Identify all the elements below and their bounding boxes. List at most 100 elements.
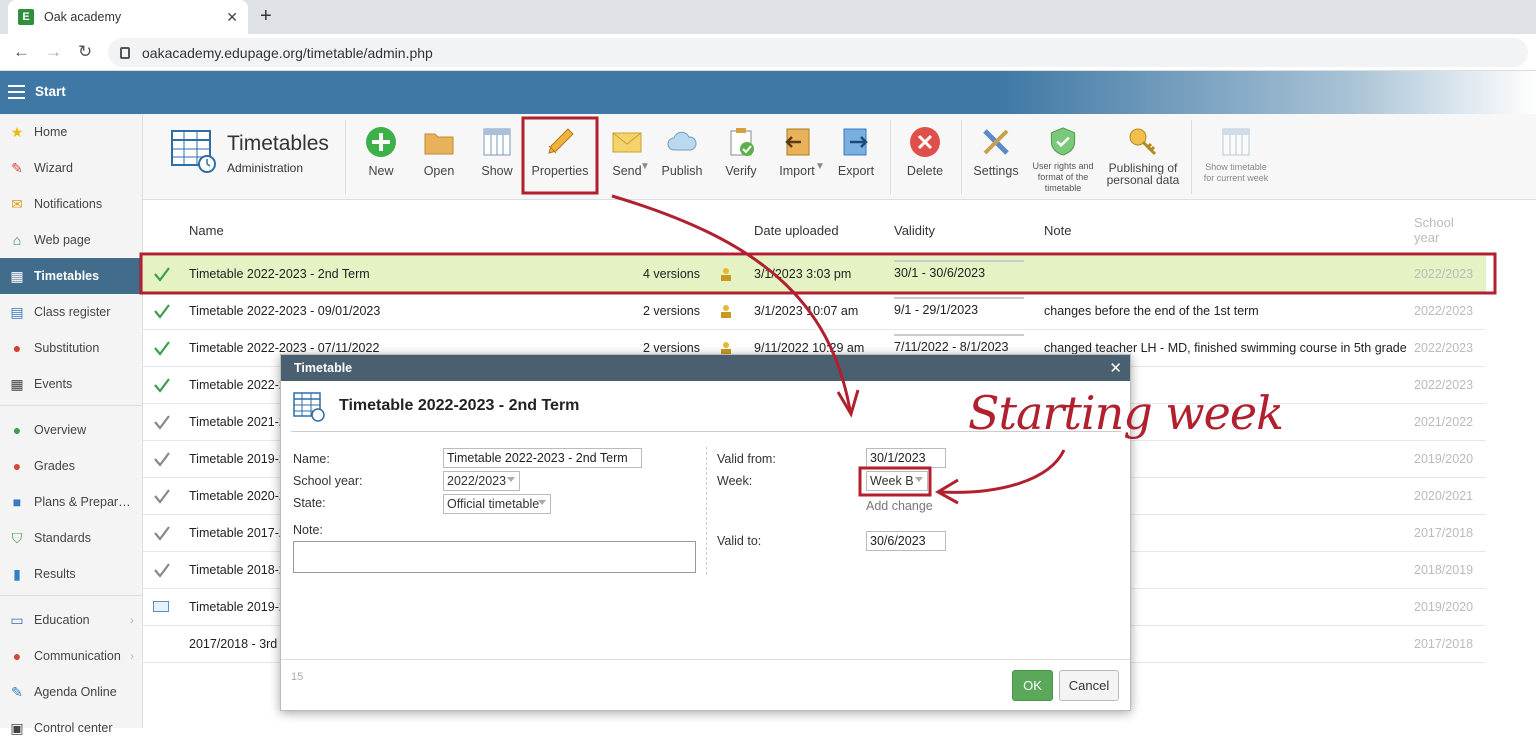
back-icon[interactable]: ← [13,42,30,62]
page-subtitle: Administration [227,161,304,175]
house-icon: ⌂ [12,232,22,248]
cancel-button[interactable]: Cancel [1059,670,1119,701]
sidebar-item-web-page[interactable]: ⌂ Web page [0,222,142,258]
name-label: Name: [293,452,330,466]
add-change-link[interactable]: Add change [866,499,933,513]
sidebar-item-label: Class register [34,305,111,319]
ok-button[interactable]: OK [1012,670,1053,701]
row-school-year: 2019/2020 [1414,600,1474,614]
browser-tab[interactable]: E Oak academy ✕ [8,0,248,34]
toolbar-divider [890,120,891,194]
row-school-year: 2022/2023 [1414,378,1474,392]
sidebar-item-overview[interactable]: ● Overview [0,412,142,448]
show-current-week-button[interactable]: Show timetable for current week [1201,122,1271,194]
table-header: Name Date uploaded Validity Note School … [143,200,1536,252]
sidebar-item-class-register[interactable]: ▤ Class register [0,294,142,330]
import-dropdown-icon[interactable]: ▼ [815,161,825,172]
sidebar-item-wizard[interactable]: ✎ Wizard [0,150,142,186]
verify-button[interactable]: Verify [721,122,761,194]
new-tab-icon[interactable]: + [260,5,272,28]
hamburger-menu-icon[interactable] [8,85,25,103]
sidebar-item-standards[interactable]: ⛉ Standards [0,520,142,556]
delete-button[interactable]: Delete [903,122,947,194]
column-header-note[interactable]: Note [1044,223,1071,238]
check-icon [154,415,170,430]
publish-label: Publish [661,164,703,178]
school-year-label: School year: [293,474,363,488]
school-year-select[interactable]: 2022/2023 [443,471,520,491]
close-icon[interactable]: ✕ [1109,359,1122,377]
sidebar-item-events[interactable]: ▦ Events [0,366,142,402]
name-field[interactable]: Timetable 2022-2023 - 2nd Term [443,448,642,468]
sidebar-item-grades[interactable]: ● Grades [0,448,142,484]
sidebar-item-label: Education [34,613,90,627]
publish-button[interactable]: Publish [659,122,705,194]
row-name: Timetable 2021-2 [189,415,286,429]
row-versions[interactable]: 4 versions [643,267,700,281]
row-name: Timetable 2022-2023 - 2nd Term [189,267,370,281]
user-rights-button[interactable]: User rights and format of the timetable [1029,122,1097,194]
row-name: Timetable 2017-2 [189,526,286,540]
row-versions[interactable]: 2 versions [643,304,700,318]
url-field[interactable]: oakacademy.edupage.org/timetable/admin.p… [108,38,1528,67]
dialog-header-title: Timetable [294,361,353,375]
note-textarea[interactable] [293,541,696,573]
sidebar-item-results[interactable]: ▮ Results [0,556,142,592]
sidebar-item-control-center[interactable]: ▣ Control center [0,710,142,746]
send-dropdown-icon[interactable]: ▼ [640,161,650,172]
start-link[interactable]: Start [35,84,66,99]
export-button[interactable]: Export [833,122,879,194]
sidebar-item-agenda-online[interactable]: ✎ Agenda Online [0,674,142,710]
show-button[interactable]: Show [477,122,517,194]
sidebar-item-home[interactable]: ★ Home [0,114,142,150]
sidebar-item-label: Substitution [34,341,100,355]
sidebar-item-label: Communication [34,649,121,663]
sidebar-item-communication[interactable]: ● Communication › [0,638,142,674]
close-tab-icon[interactable]: ✕ [226,9,238,26]
row-validity: 9/1 - 29/1/2023 [894,303,979,317]
row-name: 2017/2018 - 3rd T [189,637,289,651]
calendar-icon: ▦ [10,375,24,392]
check-icon [154,341,170,356]
settings-button[interactable]: Settings [971,122,1021,194]
publishing-personal-data-button[interactable]: Publishing of personal data [1105,122,1181,194]
row-school-year: 2021/2022 [1414,415,1474,429]
new-button[interactable]: New [361,122,401,194]
table-row[interactable]: Timetable 2022-2023 - 09/01/2023 2 versio… [143,293,1486,330]
import-button[interactable]: Import [773,122,821,194]
sidebar-item-education[interactable]: ▭ Education › [0,602,142,638]
row-name: Timetable 2019-2 [189,452,286,466]
column-header-validity[interactable]: Validity [894,223,935,238]
week-label: Week: [717,474,753,488]
week-select[interactable]: Week B [866,471,928,491]
column-header-school-year[interactable]: School year [1414,215,1464,245]
properties-button[interactable]: Properties [531,122,589,194]
row-school-year: 2020/2021 [1414,489,1474,503]
valid-from-field[interactable]: 30/1/2023 [866,448,946,468]
valid-to-field[interactable]: 30/6/2023 [866,531,946,551]
state-select[interactable]: Official timetable [443,494,551,514]
sidebar-item-substitution[interactable]: ● Substitution [0,330,142,366]
row-school-year: 2022/2023 [1414,267,1474,281]
page-title: Timetables [227,132,329,155]
sidebar-item-timetables[interactable]: ▦ Timetables [0,258,142,294]
toolbar-divider [345,120,346,194]
sidebar-item-plans[interactable]: ■ Plans & Prepar… [0,484,142,520]
send-button[interactable]: Send [603,122,651,194]
show-current-label: Show timetable for current week [1203,162,1269,183]
sidebar-item-label: Overview [34,423,87,437]
row-school-year: 2017/2018 [1414,526,1474,540]
pencil-icon: ✎ [11,683,23,700]
delete-icon [910,127,940,157]
sidebar-item-notifications[interactable]: ✉ Notifications [0,186,142,222]
open-button[interactable]: Open [419,122,459,194]
valid-to-label: Valid to: [717,534,762,548]
table-row[interactable]: Timetable 2022-2023 - 2nd Term 4 versions… [143,256,1486,293]
reload-icon[interactable]: ↻ [78,42,92,62]
column-header-date[interactable]: Date uploaded [754,223,839,238]
row-versions[interactable]: 2 versions [643,341,700,355]
sidebar-item-label: Events [34,377,73,391]
check-icon [154,563,170,578]
forward-icon[interactable]: → [45,42,62,62]
column-header-name[interactable]: Name [189,223,224,238]
